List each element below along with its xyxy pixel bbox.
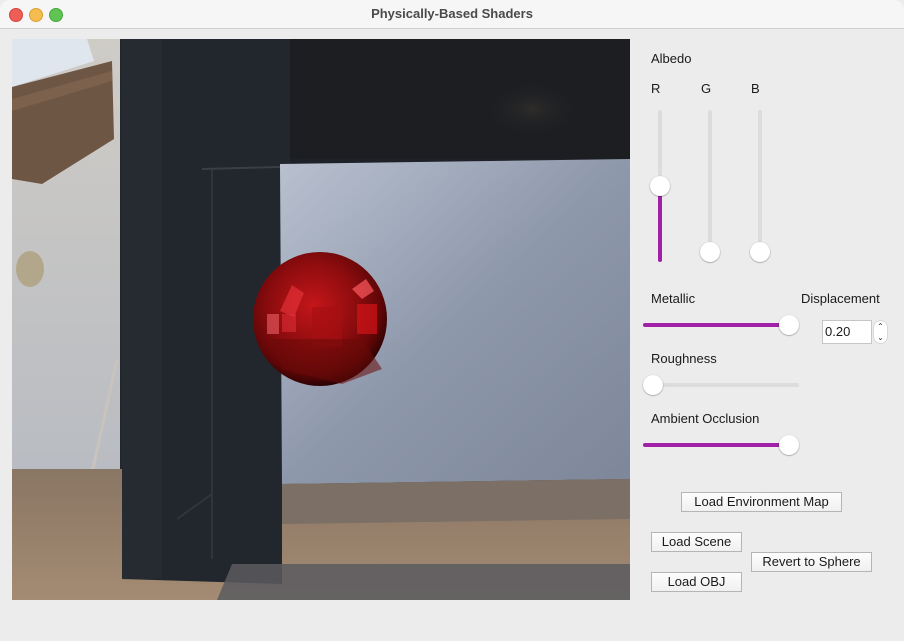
albedo-b-thumb[interactable] <box>750 242 770 262</box>
albedo-b-track[interactable] <box>758 110 762 262</box>
chevron-down-icon[interactable]: ⌄ <box>874 332 887 343</box>
shaded-sphere <box>253 252 387 386</box>
metallic-label: Metallic <box>651 291 696 306</box>
albedo-g-thumb[interactable] <box>700 242 720 262</box>
ambient-occlusion-fill <box>643 443 789 447</box>
albedo-g-label: G <box>701 81 712 96</box>
title-bar: Physically-Based Shaders <box>0 0 904 29</box>
albedo-b-label: B <box>751 81 760 96</box>
ambient-occlusion-label: Ambient Occlusion <box>651 411 760 426</box>
chevron-up-icon[interactable]: ⌃ <box>874 321 887 332</box>
roughness-thumb[interactable] <box>643 375 663 395</box>
render-viewport[interactable] <box>12 39 630 600</box>
load-obj-button[interactable]: Load OBJ <box>651 572 742 592</box>
displacement-input[interactable]: 0.20 <box>822 320 872 344</box>
window-title: Physically-Based Shaders <box>371 6 533 21</box>
metallic-fill <box>643 323 789 327</box>
albedo-g-track[interactable] <box>708 110 712 262</box>
metallic-thumb[interactable] <box>779 315 799 335</box>
albedo-r-thumb[interactable] <box>650 176 670 196</box>
ambient-occlusion-thumb[interactable] <box>779 435 799 455</box>
environment-background <box>12 39 630 600</box>
albedo-label: Albedo <box>651 51 692 66</box>
load-scene-button[interactable]: Load Scene <box>651 532 742 552</box>
roughness-label: Roughness <box>651 351 717 366</box>
roughness-track[interactable] <box>643 383 799 387</box>
displacement-label: Displacement <box>801 291 880 306</box>
albedo-r-label: R <box>651 81 661 96</box>
revert-to-sphere-button[interactable]: Revert to Sphere <box>751 552 872 572</box>
albedo-r-fill <box>658 186 662 262</box>
displacement-stepper[interactable]: ⌃ ⌄ <box>874 321 887 343</box>
app-window: Physically-Based Shaders Albedo R G B Me… <box>0 0 904 641</box>
load-environment-map-button[interactable]: Load Environment Map <box>681 492 842 512</box>
